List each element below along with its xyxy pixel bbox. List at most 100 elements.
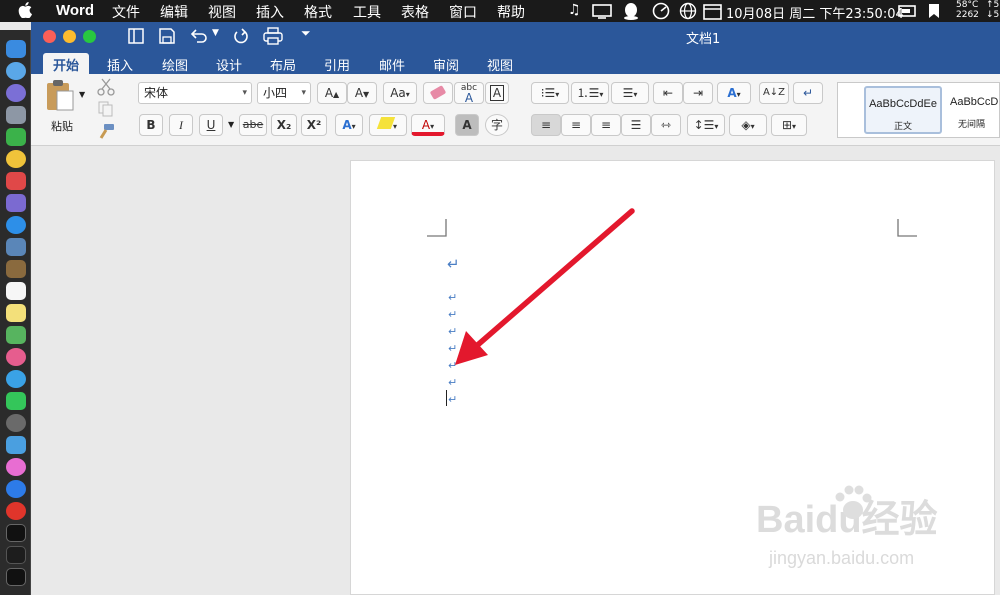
- app-store-icon[interactable]: [6, 480, 26, 498]
- battery-icon[interactable]: [898, 3, 918, 19]
- superscript-button[interactable]: X²: [301, 114, 327, 136]
- shading-button[interactable]: ◈▾: [729, 114, 767, 136]
- rocket-icon[interactable]: [6, 106, 26, 124]
- format-painter-icon[interactable]: [97, 123, 115, 141]
- display-icon[interactable]: [592, 3, 612, 19]
- paste-icon[interactable]: [45, 78, 75, 112]
- menu-help[interactable]: 帮助: [497, 2, 525, 22]
- gauge-icon[interactable]: [652, 2, 670, 20]
- menu-file[interactable]: 文件: [112, 2, 140, 22]
- grow-font-button[interactable]: A▲: [317, 82, 347, 104]
- tab-mailings[interactable]: 邮件: [369, 53, 415, 74]
- tab-insert[interactable]: 插入: [97, 53, 143, 74]
- menubar-clock[interactable]: 10月08日 周二 下午23:50:04: [726, 3, 904, 22]
- tab-design[interactable]: 设计: [206, 53, 252, 74]
- preview-icon[interactable]: [6, 238, 26, 256]
- bookmark-icon[interactable]: [927, 3, 941, 19]
- menu-insert[interactable]: 插入: [256, 2, 284, 22]
- character-shading-button[interactable]: A: [455, 114, 479, 136]
- keynote-icon[interactable]: [6, 436, 26, 454]
- menu-edit[interactable]: 编辑: [160, 2, 188, 22]
- apple-icon[interactable]: [18, 2, 32, 18]
- redo-icon[interactable]: [233, 28, 249, 44]
- notes-icon[interactable]: [6, 304, 26, 322]
- menu-format[interactable]: 格式: [304, 2, 332, 22]
- finder-icon[interactable]: [6, 40, 26, 58]
- undo-dropdown-icon[interactable]: ▼: [212, 28, 219, 38]
- show-paragraph-marks-button[interactable]: ↵: [793, 82, 823, 104]
- copy-icon[interactable]: [98, 101, 114, 117]
- calendar-icon[interactable]: [703, 2, 722, 20]
- align-right-button[interactable]: ≡: [591, 114, 621, 136]
- sort-button[interactable]: A↓Z: [759, 82, 789, 104]
- launchpad-icon[interactable]: [6, 84, 26, 102]
- decrease-indent-button[interactable]: ⇤: [653, 82, 683, 104]
- notebook-icon[interactable]: [6, 260, 26, 278]
- safari-icon[interactable]: [6, 216, 26, 234]
- text-effects-button[interactable]: A▾: [335, 114, 363, 136]
- purple-app-icon[interactable]: [6, 194, 26, 212]
- font-size-select[interactable]: 小四 ▾: [257, 82, 311, 104]
- strikethrough-button[interactable]: abe: [239, 114, 267, 136]
- shrink-font-button[interactable]: A▼: [347, 82, 377, 104]
- increase-indent-button[interactable]: ⇥: [683, 82, 713, 104]
- photos-icon[interactable]: [6, 348, 26, 366]
- tab-layout[interactable]: 布局: [260, 53, 306, 74]
- italic-button[interactable]: I: [169, 114, 193, 136]
- phonetic-guide-button[interactable]: abc A: [454, 82, 484, 104]
- terminal-icon[interactable]: [6, 524, 26, 542]
- red-app-icon[interactable]: [6, 172, 26, 190]
- save-icon[interactable]: [159, 28, 175, 44]
- paste-dropdown-icon[interactable]: ▼: [79, 90, 85, 99]
- tab-view[interactable]: 视图: [477, 53, 523, 74]
- style-no-spacing[interactable]: AaBbCcD 无间隔: [946, 86, 1000, 134]
- globe-icon[interactable]: [679, 2, 697, 20]
- paste-label[interactable]: 粘贴: [51, 118, 73, 134]
- app-name-menu[interactable]: Word: [56, 2, 94, 19]
- numbering-button[interactable]: ⒈☰▾: [571, 82, 609, 104]
- asian-layout-button[interactable]: A▾: [717, 82, 751, 104]
- activity-monitor-icon[interactable]: [6, 546, 26, 564]
- character-border-button[interactable]: A: [485, 82, 509, 104]
- facetime-icon[interactable]: [6, 392, 26, 410]
- android-studio-icon[interactable]: [6, 128, 26, 146]
- qq-icon[interactable]: [622, 2, 640, 20]
- subscript-button[interactable]: X₂: [271, 114, 297, 136]
- minimize-window-button[interactable]: [63, 30, 76, 43]
- distributed-button[interactable]: ⇿: [651, 114, 681, 136]
- bullets-button[interactable]: ⁝☰▾: [531, 82, 569, 104]
- font-color-button[interactable]: A▾: [411, 114, 445, 136]
- messages-icon[interactable]: [6, 370, 26, 388]
- borders-button[interactable]: ⊞▾: [771, 114, 807, 136]
- print-icon[interactable]: [263, 27, 283, 45]
- tab-review[interactable]: 审阅: [423, 53, 469, 74]
- tab-draw[interactable]: 绘图: [152, 53, 198, 74]
- customize-toolbar-icon[interactable]: ⏷: [301, 26, 311, 41]
- calendar-app-icon[interactable]: [6, 282, 26, 300]
- siri-icon[interactable]: [6, 62, 26, 80]
- tab-references[interactable]: 引用: [314, 53, 360, 74]
- undo-icon[interactable]: [190, 28, 208, 44]
- bold-button[interactable]: B: [139, 114, 163, 136]
- enclose-characters-button[interactable]: 字: [485, 114, 509, 136]
- multilevel-list-button[interactable]: ☰▾: [611, 82, 649, 104]
- underline-dropdown-icon[interactable]: ▼: [228, 120, 234, 129]
- line-spacing-button[interactable]: ↕☰▾: [687, 114, 725, 136]
- vivaldi-icon[interactable]: [6, 502, 26, 520]
- style-normal[interactable]: AaBbCcDdEe 正文: [864, 86, 942, 134]
- underline-button[interactable]: U: [199, 114, 223, 136]
- menu-view[interactable]: 视图: [208, 2, 236, 22]
- settings-icon[interactable]: [6, 414, 26, 432]
- zoom-window-button[interactable]: [83, 30, 96, 43]
- chrome-icon[interactable]: [6, 150, 26, 168]
- change-case-button[interactable]: Aa▾: [383, 82, 417, 104]
- close-window-button[interactable]: [43, 30, 56, 43]
- menu-window[interactable]: 窗口: [449, 2, 477, 22]
- console-icon[interactable]: [6, 568, 26, 586]
- sidebar-toggle-icon[interactable]: [128, 28, 144, 44]
- justify-button[interactable]: ☰: [621, 114, 651, 136]
- cut-icon[interactable]: [97, 78, 115, 96]
- maps-icon[interactable]: [6, 326, 26, 344]
- tab-home[interactable]: 开始: [43, 53, 90, 74]
- menu-tools[interactable]: 工具: [353, 2, 381, 22]
